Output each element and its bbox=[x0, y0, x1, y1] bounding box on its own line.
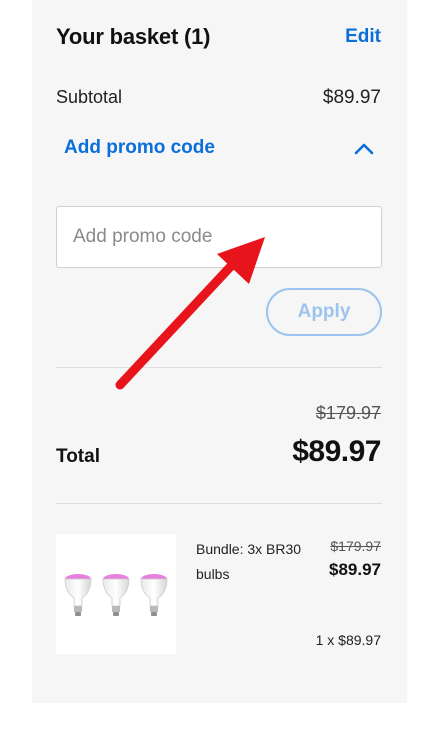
bulb-icon bbox=[140, 574, 168, 616]
subtotal-value: $89.97 bbox=[322, 87, 381, 108]
subtotal-label: Subtotal bbox=[56, 87, 123, 107]
light-bulbs-image bbox=[64, 574, 168, 616]
product-quantity: 1 x $89.97 bbox=[315, 632, 381, 648]
divider bbox=[56, 503, 382, 504]
edit-basket-link[interactable]: Edit bbox=[345, 26, 381, 48]
promo-code-input[interactable] bbox=[56, 206, 382, 268]
product-name[interactable]: Bundle: 3x BR30 bulbs bbox=[196, 537, 316, 587]
product-price: $89.97 bbox=[329, 560, 381, 579]
chevron-up-icon[interactable] bbox=[352, 138, 376, 158]
original-total-price: $179.97 bbox=[315, 403, 381, 423]
product-image[interactable] bbox=[56, 534, 176, 654]
divider bbox=[56, 367, 382, 368]
total-value: $89.97 bbox=[292, 435, 381, 468]
add-promo-code-toggle[interactable]: Add promo code bbox=[64, 137, 215, 159]
basket-title: Your basket (1) bbox=[56, 24, 211, 49]
bulb-icon bbox=[102, 574, 130, 616]
apply-promo-button[interactable]: Apply bbox=[266, 288, 382, 336]
product-original-price: $179.97 bbox=[330, 538, 381, 554]
total-label: Total bbox=[56, 446, 100, 467]
basket-panel: Your basket (1) Edit Subtotal $89.97 Add… bbox=[32, 0, 407, 703]
bulb-icon bbox=[64, 574, 92, 616]
